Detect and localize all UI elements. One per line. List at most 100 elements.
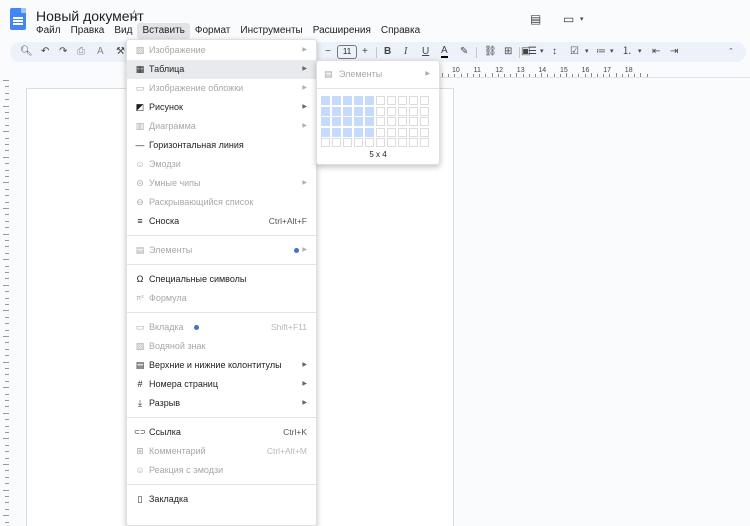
toolbar-collapse-icon[interactable]: ⌃	[728, 45, 734, 59]
bulleted-list-dropdown-icon[interactable]: ▾	[610, 45, 614, 59]
menu-4[interactable]: Формат	[190, 23, 236, 39]
insert-menu-item-2[interactable]: ▭ Изображение обложки ▶	[127, 79, 316, 98]
table-grid-cell[interactable]	[398, 117, 407, 126]
table-grid-cell[interactable]	[398, 138, 407, 147]
underline-button[interactable]: U	[422, 45, 429, 59]
insert-menu-item-18[interactable]: ⊂⊃ Ссылка Ctrl+K	[127, 423, 316, 442]
table-grid-cell[interactable]	[398, 127, 407, 137]
menu-3[interactable]: Вставить	[137, 23, 190, 39]
table-grid-cell[interactable]	[354, 117, 363, 126]
table-grid-cell[interactable]	[321, 106, 330, 116]
insert-menu-item-0[interactable]: ▨ Изображение ▶	[127, 41, 316, 60]
table-grid-cell[interactable]	[365, 106, 374, 116]
table-grid-cell[interactable]	[409, 106, 418, 116]
meet-dropdown-icon[interactable]: ▾	[580, 15, 584, 23]
bold-button[interactable]: B	[384, 45, 391, 59]
menu-0[interactable]: Файл	[31, 23, 66, 39]
table-grid-cell[interactable]	[332, 127, 341, 137]
table-grid-cell[interactable]	[354, 138, 363, 147]
table-grid-cell[interactable]	[387, 106, 396, 116]
menu-6[interactable]: Расширения	[308, 23, 376, 39]
checklist-dropdown-icon[interactable]: ▾	[585, 45, 589, 59]
print-icon[interactable]: ⎙	[77, 45, 85, 59]
table-grid-cell[interactable]	[420, 127, 429, 137]
insert-menu-item-7[interactable]: ⊝ Умные чипы ▶	[127, 174, 316, 193]
insert-menu-item-16[interactable]: # Номера страниц ▶	[127, 375, 316, 394]
menu-1[interactable]: Правка	[66, 23, 110, 39]
table-size-grid[interactable]	[321, 96, 437, 148]
insert-menu-item-12[interactable]: π² Формула	[127, 289, 316, 308]
table-grid-cell[interactable]	[343, 96, 352, 105]
italic-button[interactable]: I	[404, 45, 407, 59]
insert-menu-item-4[interactable]: ▥ Диаграмма ▶	[127, 117, 316, 136]
insert-menu-item-6[interactable]: ☺ Эмодзи	[127, 155, 316, 174]
menu-2[interactable]: Вид	[109, 23, 137, 39]
decrease-font-button[interactable]: −	[325, 45, 331, 59]
line-spacing-icon[interactable]: ↕	[552, 45, 557, 59]
highlight-icon[interactable]: ✎	[460, 45, 468, 59]
table-grid-cell[interactable]	[354, 127, 363, 137]
table-grid-cell[interactable]	[387, 96, 396, 105]
insert-menu-item-3[interactable]: ◩ Рисунок ▶	[127, 98, 316, 117]
table-grid-cell[interactable]	[398, 96, 407, 105]
table-grid-cell[interactable]	[409, 138, 418, 147]
table-grid-cell[interactable]	[343, 106, 352, 116]
table-grid-cell[interactable]	[387, 127, 396, 137]
menu-5[interactable]: Инструменты	[235, 23, 307, 39]
building-blocks-submenu-item[interactable]: ▤ Элементы ▶	[317, 65, 439, 83]
table-grid-cell[interactable]	[332, 117, 341, 126]
table-grid-cell[interactable]	[354, 106, 363, 116]
text-color-button[interactable]: A	[441, 45, 448, 58]
table-grid-cell[interactable]	[420, 117, 429, 126]
table-grid-cell[interactable]	[376, 138, 385, 147]
insert-menu-item-5[interactable]: — Горизонтальная линия	[127, 136, 316, 155]
font-size-input[interactable]: 11	[337, 45, 357, 59]
table-grid-cell[interactable]	[420, 96, 429, 105]
insert-menu-item-21[interactable]: ▯ Закладка	[127, 490, 316, 509]
table-grid-cell[interactable]	[365, 96, 374, 105]
undo-icon[interactable]: ↶	[41, 45, 49, 59]
link-icon[interactable]: ⛓	[484, 45, 497, 59]
table-grid-cell[interactable]	[365, 138, 374, 147]
table-grid-cell[interactable]	[332, 96, 341, 105]
increase-indent-icon[interactable]: ⇥	[670, 45, 678, 59]
table-grid-cell[interactable]	[409, 117, 418, 126]
table-grid-cell[interactable]	[332, 138, 341, 147]
insert-menu-item-1[interactable]: ▦ Таблица ▶	[127, 60, 316, 79]
insert-menu-item-8[interactable]: ⊖ Раскрывающийся список	[127, 193, 316, 212]
bulleted-list-icon[interactable]: ≔	[596, 45, 606, 59]
insert-menu-item-20[interactable]: ☺ Реакция с эмодзи	[127, 461, 316, 480]
table-grid-cell[interactable]	[376, 127, 385, 137]
table-grid-cell[interactable]	[321, 138, 330, 147]
table-grid-cell[interactable]	[398, 106, 407, 116]
table-grid-cell[interactable]	[409, 96, 418, 105]
table-grid-cell[interactable]	[376, 117, 385, 126]
increase-font-button[interactable]: +	[362, 45, 368, 59]
insert-menu-item-9[interactable]: ≡ Сноска Ctrl+Alt+F	[127, 212, 316, 231]
table-grid-cell[interactable]	[365, 127, 374, 137]
numbered-list-dropdown-icon[interactable]: ▾	[638, 45, 642, 59]
table-grid-cell[interactable]	[321, 127, 330, 137]
docs-logo-icon[interactable]	[10, 8, 26, 30]
align-icon[interactable]: ☰	[528, 45, 537, 59]
table-grid-cell[interactable]	[420, 138, 429, 147]
table-grid-cell[interactable]	[420, 106, 429, 116]
table-grid-cell[interactable]	[343, 138, 352, 147]
table-grid-cell[interactable]	[387, 138, 396, 147]
redo-icon[interactable]: ↷	[59, 45, 67, 59]
table-grid-cell[interactable]	[343, 127, 352, 137]
menu-7[interactable]: Справка	[376, 23, 425, 39]
table-grid-cell[interactable]	[387, 117, 396, 126]
insert-menu-item-15[interactable]: ▤ Верхние и нижние колонтитулы ▶	[127, 356, 316, 375]
align-dropdown-icon[interactable]: ▾	[540, 45, 544, 59]
insert-menu-item-10[interactable]: ▤ Элементы ▶	[127, 241, 316, 260]
table-grid-cell[interactable]	[376, 96, 385, 105]
paint-format-icon[interactable]: ⚒	[116, 45, 125, 59]
table-grid-cell[interactable]	[332, 106, 341, 116]
checklist-icon[interactable]: ☑	[570, 45, 579, 59]
vertical-ruler[interactable]	[0, 80, 10, 526]
add-comment-icon[interactable]: ⊞	[504, 45, 512, 59]
insert-menu-item-19[interactable]: ⊞ Комментарий Ctrl+Alt+M	[127, 442, 316, 461]
table-grid-cell[interactable]	[365, 117, 374, 126]
spellcheck-icon[interactable]: A	[97, 45, 104, 59]
